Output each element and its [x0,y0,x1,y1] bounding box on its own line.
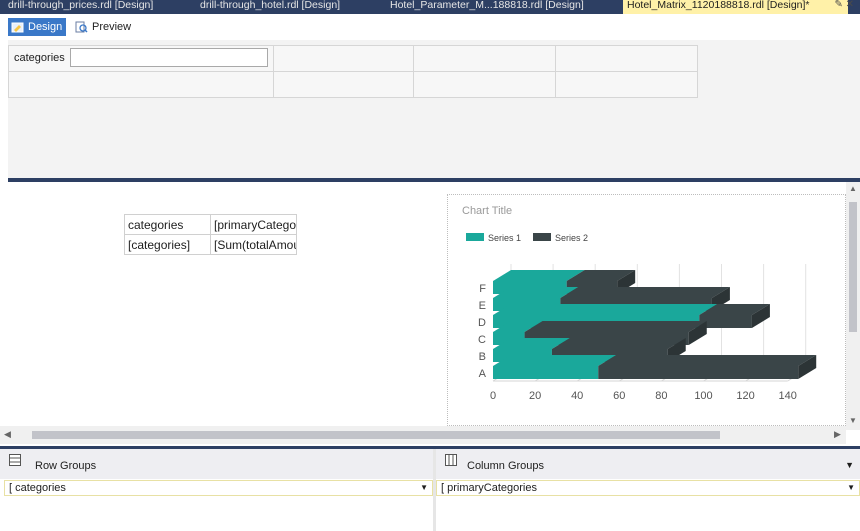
grouping-pane: Row Groups Column Groups ▼ [ categories … [0,449,860,531]
x-tick-label: 60 [613,390,625,402]
parameter-pane: categories [8,40,860,178]
vertical-scroll-thumb[interactable] [849,202,857,332]
row-group-dropdown-icon[interactable]: ▼ [420,481,428,495]
design-icon [11,22,24,33]
column-group-label: primaryCategories [447,482,537,494]
x-tick-label: 120 [736,390,754,402]
y-tick-label: F [479,283,486,295]
view-toolbar: Design Preview [0,14,860,40]
scroll-up-icon[interactable]: ▲ [849,184,857,193]
tablix-cell-sum[interactable]: [Sum(totalAmou [210,234,297,255]
tab-actions[interactable]: ✎ ✕ [834,0,854,10]
parameter-cell [272,45,415,72]
parameter-cell [555,71,698,98]
x-tick-label: 20 [529,390,541,402]
bar-top-face [560,287,730,298]
x-tick-label: 100 [694,390,712,402]
legend-swatch [466,233,484,241]
bar [598,366,799,379]
tab-hotel-parameter[interactable]: Hotel_Parameter_M...188818.rdl [Design] [390,0,590,14]
y-tick-label: C [478,334,486,346]
tablix-header-rowgroup[interactable]: categories [124,214,211,235]
grouping-mode-dropdown-icon[interactable]: ▼ [845,460,854,470]
design-button[interactable]: Design [8,18,67,36]
design-surface[interactable]: categories [primaryCatego [categories] [… [0,182,846,426]
y-tick-label: E [479,300,486,312]
legend-label: Series 2 [555,233,588,243]
column-groups-icon [445,454,457,466]
parameter-cell [8,71,274,98]
parameter-input-categories[interactable] [70,48,268,67]
row-group-item-categories[interactable]: [ categories ▼ [4,480,433,496]
row-group-label: categories [15,482,66,494]
tablix-cell-categories[interactable]: [categories] [124,234,211,255]
column-groups-header: Column Groups ▼ [436,449,860,479]
tablix-matrix[interactable]: categories [primaryCatego [categories] [… [124,214,297,255]
y-tick-label: D [478,317,486,329]
tab-hotel-matrix[interactable]: Hotel_Matrix_1120188818.rdl [Design]* [623,0,848,14]
bar [493,366,599,379]
legend-label: Series 1 [488,233,521,243]
row-groups-title: Row Groups [35,460,97,472]
column-groups-title: Column Groups [467,460,545,472]
parameter-cell [272,71,415,98]
chart-title: Chart Title [462,205,512,217]
parameter-cell [413,45,557,72]
bar-top-face [493,304,718,315]
scroll-left-icon[interactable]: ◀ [4,429,11,440]
tab-drill-through-prices[interactable]: drill-through_prices.rdl [Design] [8,0,188,14]
chart-area[interactable]: Chart Title Series 1 Series 2 0 20 40 60 80 100 1… [447,194,846,426]
scroll-right-icon[interactable]: ▶ [834,429,841,440]
preview-button-label: Preview [92,21,132,33]
x-tick-label: 80 [655,390,667,402]
x-tick-label: 40 [571,390,583,402]
tablix-header-columngroup[interactable]: [primaryCatego [210,214,297,235]
horizontal-scrollbar[interactable]: ◀ ▶ [0,426,846,444]
report-designer-window: drill-through_prices.rdl [Design] drill-… [0,0,860,531]
column-group-item-primarycategories[interactable]: [ primaryCategories ▼ [436,480,860,496]
horizontal-scroll-thumb[interactable] [32,431,720,439]
bar-top-face [598,355,817,366]
vertical-scrollbar[interactable]: ▲ ▼ [846,182,860,430]
tab-hotel-matrix-label: Hotel_Matrix_1120188818.rdl [Design]* [627,0,810,11]
y-tick-label: B [479,351,486,363]
x-tick-label: 0 [490,390,496,402]
preview-icon [75,21,88,33]
x-tick-label: 140 [779,390,797,402]
preview-button[interactable]: Preview [72,18,135,36]
document-tab-strip: drill-through_prices.rdl [Design] drill-… [0,0,860,14]
y-tick-label: A [479,368,487,380]
design-button-label: Design [28,21,63,33]
bar-top-face [524,321,707,332]
bar-chart: Chart Title Series 1 Series 2 0 20 40 60 80 100 1… [462,205,817,402]
scroll-down-icon[interactable]: ▼ [849,416,857,425]
column-group-dropdown-icon[interactable]: ▼ [847,481,855,495]
row-groups-icon [9,454,21,466]
legend-swatch [533,233,551,241]
bar-top-face [551,338,686,349]
parameter-cell [555,45,698,72]
parameter-cell [413,71,557,98]
parameter-label-categories: categories [14,52,65,64]
bar [699,315,752,328]
tab-drill-through-hotel[interactable]: drill-through_hotel.rdl [Design] [200,0,380,14]
row-groups-header: Row Groups [0,449,433,479]
bar-top-face [493,355,617,366]
